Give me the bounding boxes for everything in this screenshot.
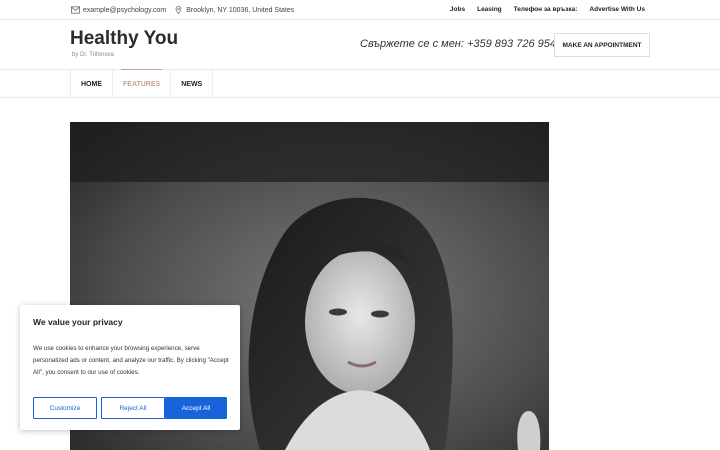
site-tagline: by Dr. Trifonova (72, 52, 115, 58)
site-logo[interactable]: Healthy You (70, 28, 178, 50)
main-navigation: HOME FEATURES NEWS (0, 69, 720, 98)
top-bar: example@psychology.com Brooklyn, NY 1003… (0, 0, 720, 20)
contact-info: example@psychology.com Brooklyn, NY 1003… (71, 6, 302, 14)
top-link-jobs[interactable]: Jobs (450, 6, 465, 13)
nav-item-news[interactable]: NEWS (171, 70, 214, 98)
top-link-leasing[interactable]: Leasing (477, 6, 502, 13)
cookie-description: We use cookies to enhance your browsing … (33, 345, 229, 376)
nav-items: HOME FEATURES NEWS (70, 69, 214, 98)
map-pin-icon (175, 6, 182, 14)
customize-button[interactable]: Customize (33, 397, 97, 419)
top-link-advertise[interactable]: Advertise With Us (589, 6, 645, 13)
contact-email[interactable]: example@psychology.com (83, 7, 166, 14)
envelope-icon (71, 6, 80, 14)
top-link-phone[interactable]: Телефон за връзка: (514, 6, 578, 13)
contact-address: Brooklyn, NY 10036, United States (186, 6, 295, 14)
reject-all-button[interactable]: Reject All (101, 397, 165, 419)
nav-item-home[interactable]: HOME (71, 70, 113, 98)
nav-item-features[interactable]: FEATURES (113, 69, 172, 98)
accept-all-button[interactable]: Accept All (165, 397, 227, 419)
cookie-title: We value your privacy (33, 317, 123, 327)
site-header: Healthy You by Dr. Trifonova Свържете се… (0, 20, 720, 70)
top-links: Jobs Leasing Телефон за връзка: Advertis… (438, 6, 645, 13)
cookie-consent-banner: We value your privacy We use cookies to … (20, 305, 240, 430)
make-appointment-button[interactable]: MAKE AN APPOINTMENT (554, 33, 650, 57)
phone-contact: Свържете се с мен: +359 893 726 954 (360, 38, 556, 50)
